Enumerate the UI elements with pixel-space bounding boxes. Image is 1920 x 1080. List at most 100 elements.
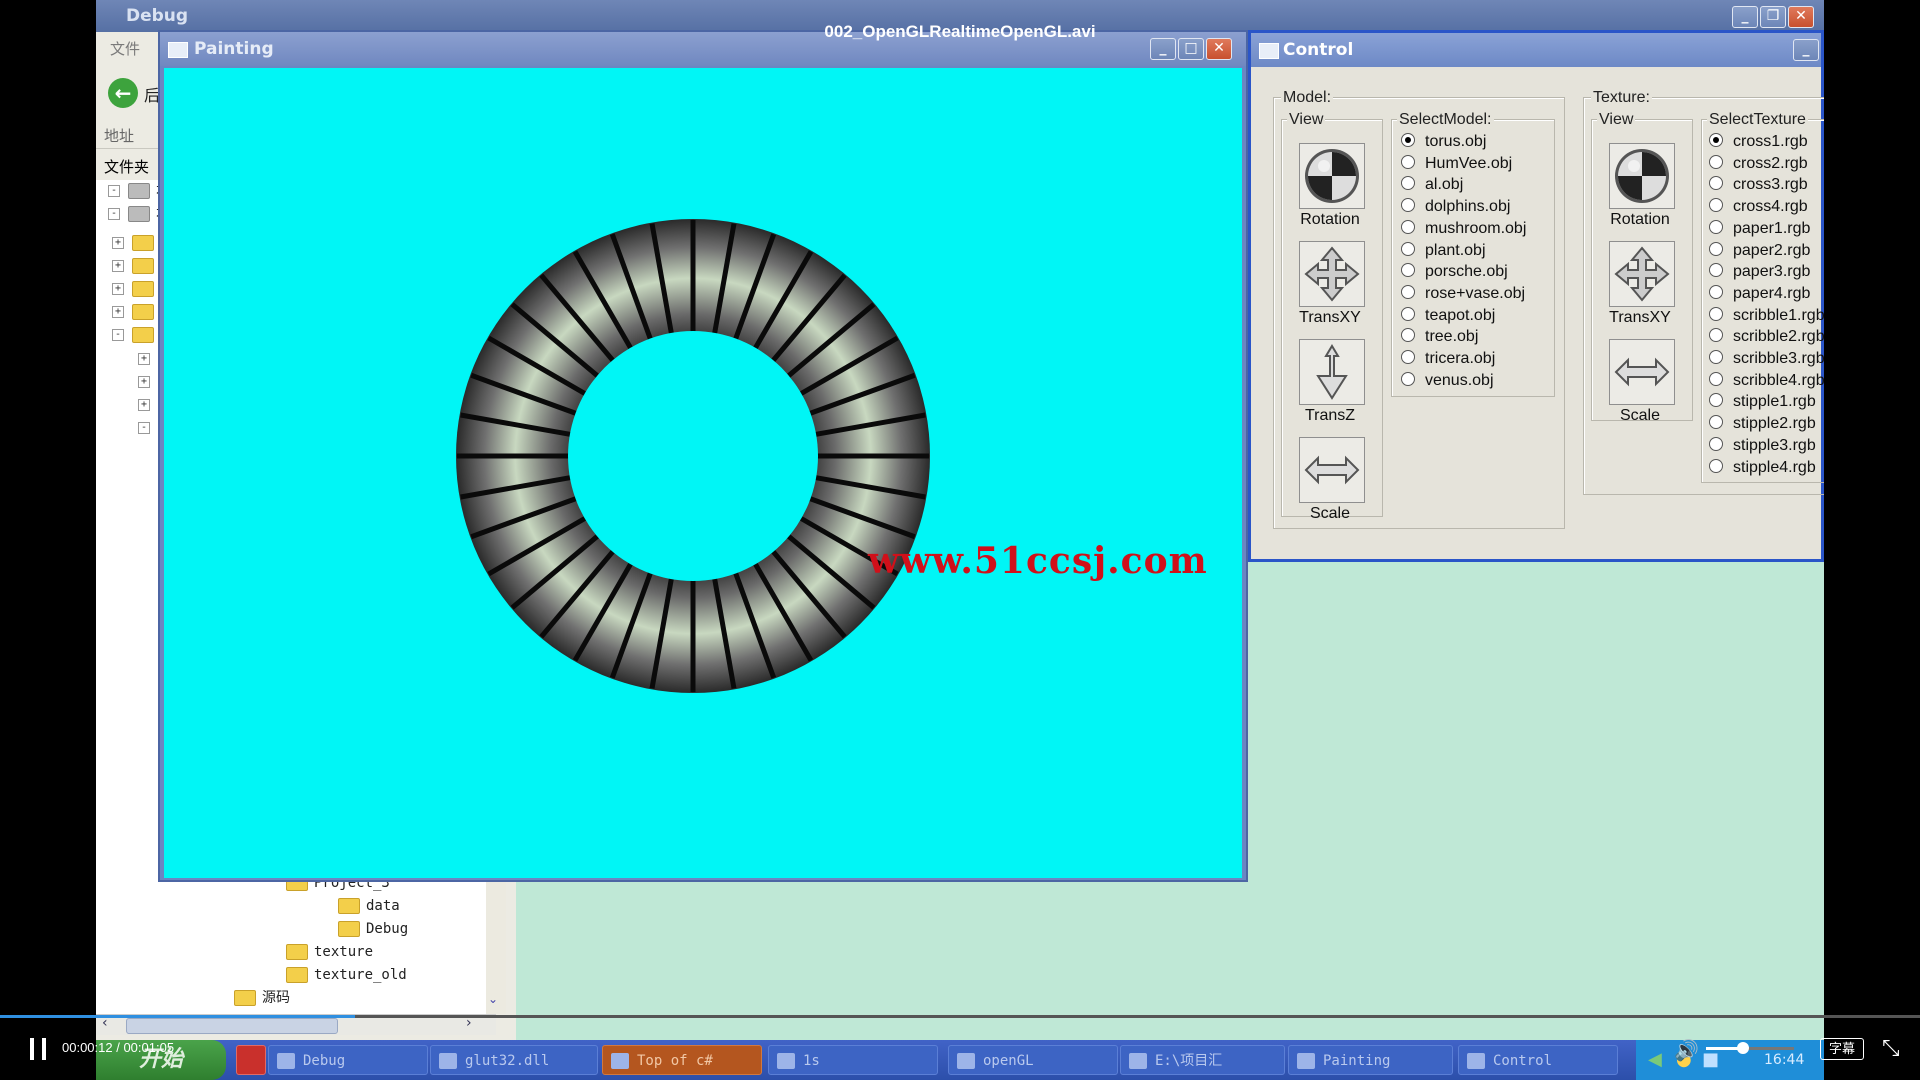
expand-icon[interactable]: + bbox=[112, 237, 124, 249]
expand-icon[interactable]: + bbox=[112, 283, 124, 295]
texture-option[interactable]: scribble1.rgb bbox=[1709, 306, 1824, 328]
tree-item[interactable]: + bbox=[112, 278, 160, 300]
radio-button[interactable] bbox=[1709, 415, 1723, 430]
opengl-canvas[interactable] bbox=[164, 68, 1242, 878]
taskbar-item[interactable]: openGL bbox=[948, 1045, 1118, 1075]
texture-scale-button[interactable] bbox=[1609, 339, 1675, 405]
radio-button[interactable] bbox=[1709, 133, 1723, 147]
exit-fullscreen-icon[interactable]: ⤡ bbox=[1882, 1036, 1900, 1061]
taskbar-item[interactable]: Debug bbox=[268, 1045, 428, 1075]
control-window[interactable]: Control _ Model: View Rotation TransXY T… bbox=[1248, 30, 1824, 562]
texture-option[interactable]: scribble3.rgb bbox=[1709, 350, 1824, 371]
radio-button[interactable] bbox=[1709, 458, 1723, 473]
texture-option[interactable]: stipple2.rgb bbox=[1709, 415, 1816, 436]
volume-icon[interactable]: 🔊 bbox=[1674, 1038, 1699, 1062]
painting-window[interactable]: Painting _ □ ✕ bbox=[158, 30, 1248, 882]
radio-button[interactable] bbox=[1709, 436, 1723, 451]
texture-option[interactable]: scribble2.rgb bbox=[1709, 328, 1824, 349]
radio-button[interactable] bbox=[1709, 241, 1723, 256]
radio-button[interactable] bbox=[1709, 306, 1723, 321]
texture-option[interactable]: stipple4.rgb bbox=[1709, 458, 1816, 480]
expand-icon[interactable]: - bbox=[108, 185, 120, 197]
tree-vertical-scrollbar[interactable]: ⌄ bbox=[486, 880, 506, 1014]
model-option[interactable]: HumVee.obj bbox=[1401, 154, 1512, 176]
volume-slider[interactable] bbox=[1706, 1047, 1794, 1050]
taskbar-item[interactable]: Painting bbox=[1288, 1045, 1453, 1075]
radio-button[interactable] bbox=[1709, 263, 1723, 278]
radio-button[interactable] bbox=[1709, 393, 1723, 408]
model-option[interactable]: venus.obj bbox=[1401, 371, 1494, 393]
radio-button[interactable] bbox=[1709, 371, 1723, 386]
model-option[interactable]: tree.obj bbox=[1401, 328, 1478, 349]
radio-button[interactable] bbox=[1401, 241, 1415, 256]
radio-button[interactable] bbox=[1401, 371, 1415, 386]
texture-option[interactable]: stipple1.rgb bbox=[1709, 393, 1816, 414]
tree-item[interactable]: data bbox=[338, 895, 400, 917]
texture-option[interactable]: stipple3.rgb bbox=[1709, 436, 1816, 458]
network-icon[interactable]: ◀ bbox=[1648, 1049, 1662, 1070]
texture-option[interactable]: cross3.rgb bbox=[1709, 176, 1808, 197]
expand-icon[interactable]: + bbox=[138, 353, 150, 365]
tree-item[interactable]: + bbox=[112, 232, 160, 254]
tray-app-icon[interactable]: ■ bbox=[1702, 1049, 1719, 1070]
radio-button[interactable] bbox=[1709, 350, 1723, 364]
radio-button[interactable] bbox=[1401, 284, 1415, 299]
model-option[interactable]: teapot.obj bbox=[1401, 306, 1495, 328]
radio-button[interactable] bbox=[1401, 198, 1415, 213]
tree-item[interactable]: - bbox=[112, 324, 160, 346]
tree-item[interactable]: + bbox=[138, 348, 158, 370]
back-arrow-icon[interactable]: ← bbox=[108, 78, 138, 108]
radio-button[interactable] bbox=[1709, 219, 1723, 234]
radio-button[interactable] bbox=[1401, 263, 1415, 278]
video-progress-bar[interactable] bbox=[0, 1015, 1920, 1018]
taskbar-item[interactable]: E:\项目汇 bbox=[1120, 1045, 1285, 1075]
texture-option[interactable]: cross1.rgb bbox=[1709, 133, 1808, 154]
subtitle-button[interactable]: 字幕 bbox=[1820, 1038, 1864, 1060]
model-option[interactable]: rose+vase.obj bbox=[1401, 284, 1525, 306]
radio-button[interactable] bbox=[1401, 133, 1415, 147]
tree-item[interactable]: + bbox=[112, 301, 160, 323]
tree-item[interactable]: - bbox=[138, 417, 158, 439]
model-scale-button[interactable] bbox=[1299, 437, 1365, 503]
expand-icon[interactable]: + bbox=[138, 376, 150, 388]
texture-transxy-button[interactable] bbox=[1609, 241, 1675, 307]
tree-item[interactable]: + bbox=[112, 255, 160, 277]
expand-icon[interactable]: + bbox=[112, 260, 124, 272]
quick-launch-icon[interactable] bbox=[236, 1045, 266, 1075]
tree-item[interactable]: texture_old bbox=[286, 964, 407, 986]
radio-button[interactable] bbox=[1401, 219, 1415, 234]
model-option[interactable]: dolphins.obj bbox=[1401, 198, 1510, 219]
model-transz-button[interactable] bbox=[1299, 339, 1365, 405]
model-option[interactable]: torus.obj bbox=[1401, 133, 1486, 154]
scroll-down-icon[interactable]: ⌄ bbox=[488, 992, 498, 1006]
expand-icon[interactable]: + bbox=[112, 306, 124, 318]
tree-item[interactable]: Debug bbox=[338, 918, 408, 940]
taskbar-item[interactable]: Control bbox=[1458, 1045, 1618, 1075]
model-option[interactable]: tricera.obj bbox=[1401, 350, 1495, 371]
radio-button[interactable] bbox=[1709, 176, 1723, 191]
texture-option[interactable]: cross4.rgb bbox=[1709, 198, 1808, 219]
radio-button[interactable] bbox=[1709, 198, 1723, 213]
pause-icon[interactable] bbox=[28, 1038, 48, 1062]
model-rotation-button[interactable] bbox=[1299, 143, 1365, 209]
texture-option[interactable]: paper4.rgb bbox=[1709, 284, 1810, 306]
expand-icon[interactable]: + bbox=[138, 399, 150, 411]
radio-button[interactable] bbox=[1401, 154, 1415, 169]
model-option[interactable]: mushroom.obj bbox=[1401, 219, 1526, 241]
radio-button[interactable] bbox=[1709, 328, 1723, 343]
collapse-icon[interactable]: - bbox=[138, 422, 150, 434]
expand-icon[interactable]: - bbox=[108, 208, 120, 220]
tree-item[interactable]: 源码 bbox=[234, 987, 290, 1009]
radio-button[interactable] bbox=[1709, 284, 1723, 299]
texture-option[interactable]: paper1.rgb bbox=[1709, 219, 1810, 241]
scroll-thumb[interactable] bbox=[126, 1018, 338, 1034]
model-option[interactable]: al.obj bbox=[1401, 176, 1463, 197]
radio-button[interactable] bbox=[1401, 350, 1415, 364]
taskbar-item[interactable]: glut32.dll bbox=[430, 1045, 598, 1075]
radio-button[interactable] bbox=[1401, 328, 1415, 343]
collapse-icon[interactable]: - bbox=[112, 329, 124, 341]
model-transxy-button[interactable] bbox=[1299, 241, 1365, 307]
minimize-icon[interactable]: _ bbox=[1793, 39, 1819, 61]
texture-rotation-button[interactable] bbox=[1609, 143, 1675, 209]
texture-option[interactable]: cross2.rgb bbox=[1709, 154, 1808, 176]
